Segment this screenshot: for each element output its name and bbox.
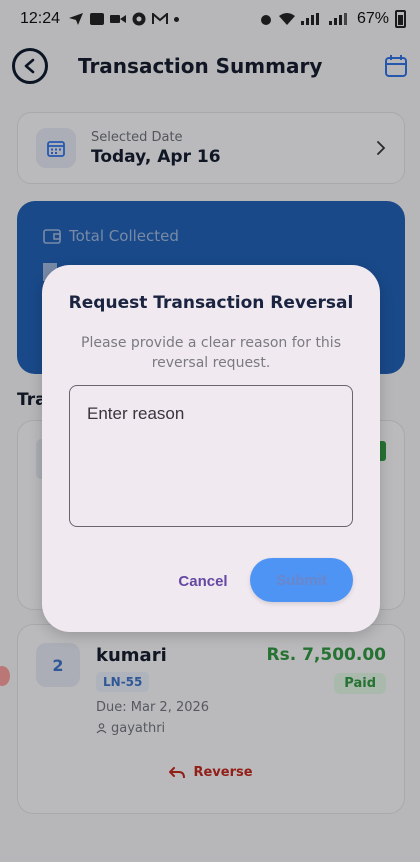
reversal-dialog: Request Transaction Reversal Please prov… <box>42 265 380 632</box>
cancel-button[interactable]: Cancel <box>160 565 246 597</box>
submit-button[interactable]: Submit <box>250 558 353 602</box>
dialog-body: Please provide a clear reason for this r… <box>81 335 341 371</box>
reason-input[interactable] <box>69 385 353 527</box>
dialog-title: Request Transaction Reversal <box>68 293 354 313</box>
